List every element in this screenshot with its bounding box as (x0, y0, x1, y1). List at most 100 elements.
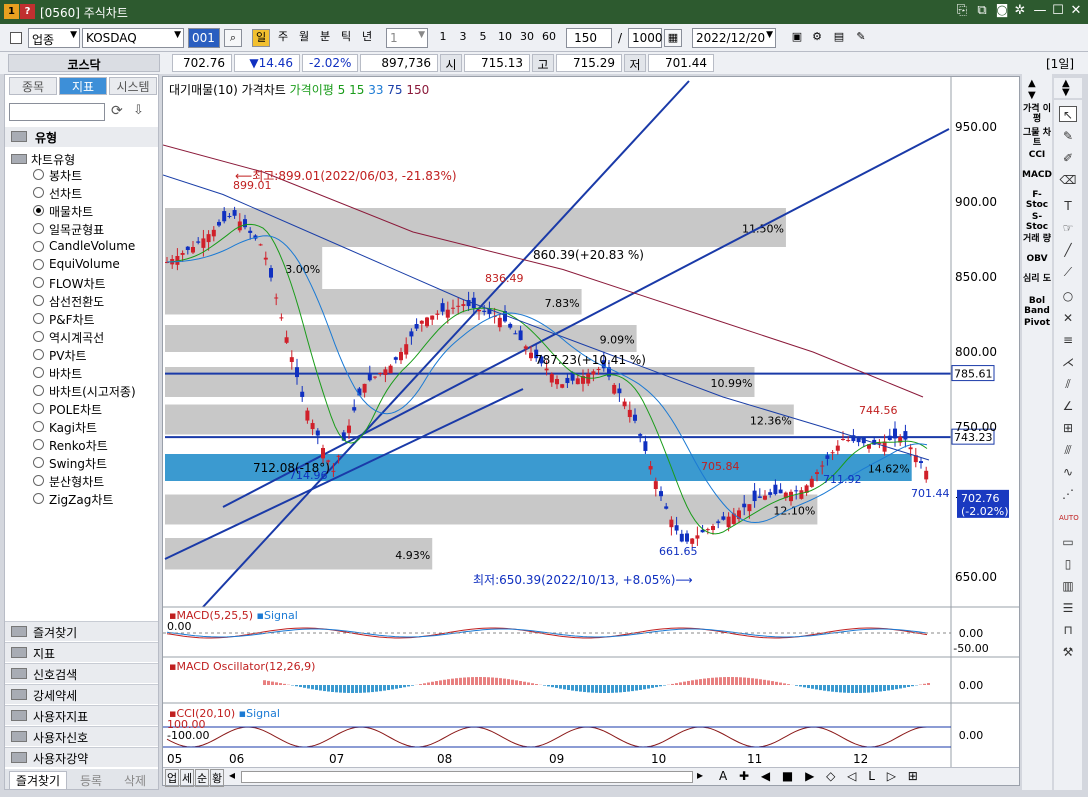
chart-nav-icons[interactable]: A ✚ ◀ ■ ▶ ◇ ◁ L ▷ ⊞ (719, 769, 922, 783)
copy-icon[interactable]: ⧉ (974, 3, 990, 19)
bottom-tab[interactable]: 업 (165, 769, 179, 787)
cross-icon[interactable]: ✕ (1059, 310, 1077, 326)
hand-icon[interactable]: ☞ (1059, 220, 1077, 236)
radio-button[interactable] (33, 457, 44, 468)
chart-type-item[interactable]: 매물차트 (33, 203, 93, 220)
radio-button[interactable] (33, 385, 44, 396)
wrench-icon[interactable]: ⚒ (1059, 644, 1077, 660)
ray-icon[interactable]: ⟋ (1059, 264, 1077, 280)
link-icon[interactable]: ⎘ (954, 3, 970, 19)
interval-30[interactable]: 30 (516, 29, 538, 47)
scroll-down-icon[interactable]: ▼ (1028, 90, 1036, 101)
radio-button[interactable] (33, 295, 44, 306)
radio-button[interactable] (33, 277, 44, 288)
period-tick[interactable]: 틱 (337, 29, 355, 47)
radio-button[interactable] (33, 421, 44, 432)
scroll-up-icon[interactable]: ▲ (1028, 78, 1036, 89)
bottom-tab[interactable]: 황 (210, 769, 224, 787)
indicator-button[interactable]: Bol Band (1022, 296, 1052, 316)
interval-1[interactable]: 1 (434, 29, 452, 47)
chart-type-item[interactable]: P&F차트 (33, 311, 95, 328)
chart-type-item[interactable]: Swing차트 (33, 455, 107, 472)
total-input[interactable]: 1000 (628, 28, 663, 48)
chart-type-item[interactable]: EquiVolume (33, 257, 120, 271)
radio-button[interactable] (33, 493, 44, 504)
grid-icon[interactable]: ⊞ (1059, 420, 1077, 436)
chart-type-item[interactable]: PV차트 (33, 347, 87, 364)
indicator-button[interactable]: CCI (1022, 150, 1052, 160)
radio-button[interactable] (33, 475, 44, 486)
chart-type-item[interactable]: Kagi차트 (33, 419, 97, 436)
maximize-icon[interactable]: ☐ (1050, 3, 1066, 19)
chart-type-group[interactable]: 차트유형 (11, 151, 75, 168)
chart-type-item[interactable]: 봉차트 (33, 167, 82, 184)
chart-type-item[interactable]: 바차트(시고저종) (33, 383, 136, 400)
folder-item[interactable]: 지표 (5, 642, 158, 662)
draw-icon[interactable]: ✎ (1059, 128, 1077, 144)
fan-icon[interactable]: ⋌ (1059, 354, 1077, 370)
channel-icon[interactable]: ⫽ (1059, 376, 1077, 392)
radio-button[interactable] (33, 439, 44, 450)
minimize-icon[interactable]: — (1032, 3, 1048, 19)
document-icon[interactable]: ▯ (1059, 556, 1077, 572)
interval-5[interactable]: 5 (474, 29, 492, 47)
radio-button[interactable] (33, 403, 44, 414)
indicator-button[interactable]: F-Stoc (1022, 190, 1052, 210)
register-button[interactable]: 등록 (71, 772, 111, 789)
chart-type-item[interactable]: 삼선전환도 (33, 293, 104, 310)
chart-icon[interactable]: ▣ (788, 29, 806, 47)
angle-icon[interactable]: ∠ (1059, 398, 1077, 414)
bottom-tab[interactable]: 순 (195, 769, 209, 787)
tools-icon[interactable]: ✎ (852, 29, 870, 47)
period-value-select[interactable]: 1 ▼ (386, 28, 428, 48)
eraser-icon[interactable]: ⌫ (1059, 172, 1077, 188)
interval-10[interactable]: 10 (494, 29, 516, 47)
radio-button[interactable] (33, 223, 44, 234)
chart-type-item[interactable]: 분산형차트 (33, 473, 104, 490)
indicator-button[interactable]: OBV (1022, 254, 1052, 264)
pen-icon[interactable]: ✐ (1059, 150, 1077, 166)
folder-item[interactable]: 사용자지표 (5, 705, 158, 725)
code-short-input[interactable]: 001 (188, 28, 220, 48)
magnet-icon[interactable]: ⊓ (1059, 622, 1077, 638)
checkbox[interactable] (10, 32, 22, 44)
scroll-down-icon[interactable]: ▼ (1062, 87, 1070, 98)
chart-type-item[interactable]: FLOW차트 (33, 275, 106, 292)
market-select[interactable]: 업종 ▼ (28, 28, 80, 48)
radio-button[interactable] (33, 187, 44, 198)
settings-icon[interactable]: ✲ (1012, 3, 1028, 19)
tab-indicator[interactable]: 지표 (59, 77, 107, 95)
radio-button[interactable] (33, 241, 44, 252)
folder-item[interactable]: 사용자강약 (5, 747, 158, 767)
horizontal-scrollbar[interactable] (241, 771, 693, 783)
cursor-icon[interactable]: ↖ (1059, 106, 1077, 122)
scroll-right-icon[interactable]: ▸ (697, 768, 703, 782)
chart-type-item[interactable]: 선차트 (33, 185, 82, 202)
parallel-icon[interactable]: ⫻ (1059, 442, 1077, 458)
code-input[interactable]: KOSDAQ ▼ (82, 28, 184, 48)
indicator-button[interactable]: 가격 이평 (1022, 104, 1052, 124)
radio-button[interactable] (33, 313, 44, 324)
chart-type-item[interactable]: POLE차트 (33, 401, 102, 418)
indicator-button[interactable]: MACD (1022, 170, 1052, 180)
interval-3[interactable]: 3 (454, 29, 472, 47)
search-input[interactable] (9, 103, 105, 121)
scroll-left-icon[interactable]: ◂ (229, 768, 235, 782)
radio-button[interactable] (33, 205, 44, 216)
chart-type-item[interactable]: 역시계곡선 (33, 329, 104, 346)
count-stepper[interactable]: 150 (566, 28, 612, 48)
text-icon[interactable]: T (1059, 198, 1077, 214)
folder-item[interactable]: 신호검색 (5, 663, 158, 683)
period-month[interactable]: 월 (295, 29, 313, 47)
save-icon[interactable]: ▤ (830, 29, 848, 47)
delete-button[interactable]: 삭제 (115, 772, 155, 789)
folder-item[interactable]: 사용자신호 (5, 726, 158, 746)
fibonacci-icon[interactable]: ≡ (1059, 332, 1077, 348)
chart-area[interactable]: 11.50% 3.00% 7.83% 9.09% 10.99% 12.36% 14.62% 1… (162, 76, 1020, 787)
camera-icon[interactable]: ◙ (994, 3, 1010, 19)
refresh-icon[interactable]: ⟳ (111, 103, 123, 119)
chart-type-item[interactable]: CandleVolume (33, 239, 135, 253)
indicator-button[interactable]: 거래 량 (1022, 234, 1052, 244)
folder-item[interactable]: 즐겨찾기 (5, 621, 158, 641)
window-badge-number[interactable]: 1 (4, 4, 19, 19)
